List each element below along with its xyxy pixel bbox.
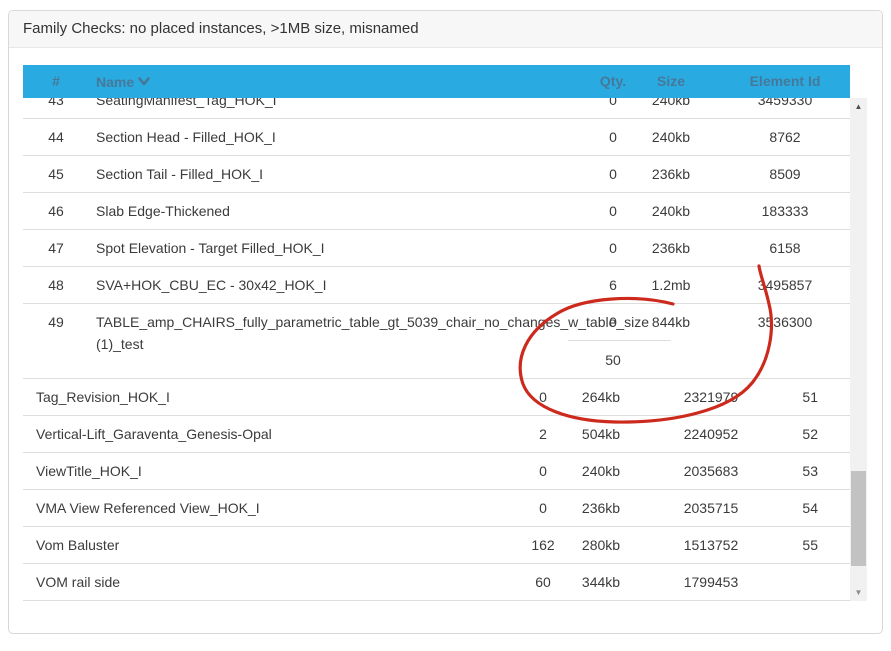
row-number-cell: 46 [36, 193, 76, 229]
row-number-cell: 49 [36, 312, 76, 332]
family-name-cell: Section Tail - Filled_HOK_I [96, 156, 263, 192]
glitch-row-number-50: 50 [578, 350, 648, 370]
family-name-cell: Slab Edge-Thickened [96, 193, 230, 229]
family-name-cell: SVA+HOK_CBU_EC - 30x42_HOK_I [96, 267, 326, 303]
column-header-name[interactable]: Name [96, 65, 150, 98]
table-row: 47Spot Elevation - Target Filled_HOK_I02… [23, 230, 850, 267]
sort-chevron-down-icon [138, 65, 150, 98]
family-name-cell-line1: TABLE_amp_CHAIRS_fully_parametric_table_… [96, 312, 649, 332]
row-number-cell: 51 [778, 379, 818, 415]
table-row: 43SeatingManifest_Tag_HOK_I0240kb3459330 [23, 98, 850, 119]
element-id-cell: 8762 [705, 119, 850, 155]
element-id-cell: 8509 [705, 156, 850, 192]
row-number-cell: 54 [778, 490, 818, 526]
family-name-cell: VMA View Referenced View_HOK_I [36, 490, 260, 526]
element-id-cell: 183333 [705, 193, 850, 229]
rows-shifted-group: Tag_Revision_HOK_I0264kb232197951Vertica… [23, 379, 850, 601]
family-checks-panel: Family Checks: no placed instances, >1MB… [8, 10, 883, 634]
table-row: 44Section Head - Filled_HOK_I0240kb8762 [23, 119, 850, 156]
row-number-cell: 48 [36, 267, 76, 303]
table-row-shifted: VMA View Referenced View_HOK_I0236kb2035… [23, 490, 850, 527]
triangle-down-icon: ▼ [855, 588, 863, 597]
table-row-shifted: VOM rail side60344kb1799453 [23, 564, 850, 601]
table-row-wrapped-glitch: 49 TABLE_amp_CHAIRS_fully_parametric_tab… [23, 304, 850, 379]
row-number-cell: 45 [36, 156, 76, 192]
scrollbar-down-button[interactable]: ▼ [850, 584, 867, 601]
family-name-cell: Vertical-Lift_Garaventa_Genesis-Opal [36, 416, 272, 452]
size-cell: 236kb [631, 156, 711, 192]
family-name-cell: Tag_Revision_HOK_I [36, 379, 170, 415]
family-name-cell: ViewTitle_HOK_I [36, 453, 142, 489]
column-header-size[interactable]: Size [631, 65, 711, 98]
family-table: # Name Qty. Size Element Id 43 SeatingMan… [23, 65, 867, 602]
size-cell: 236kb [631, 230, 711, 266]
triangle-up-icon: ▲ [855, 102, 863, 111]
family-name-cell: Vom Baluster [36, 527, 119, 563]
size-cell: 264kb [561, 379, 641, 415]
panel-title-bar: Family Checks: no placed instances, >1MB… [9, 11, 882, 48]
family-name-cell: VOM rail side [36, 564, 120, 600]
table-row: 46Slab Edge-Thickened0240kb183333 [23, 193, 850, 230]
row-number-cell [778, 564, 818, 600]
row-number-cell: 52 [778, 416, 818, 452]
size-cell: 504kb [561, 416, 641, 452]
row-number-cell: 44 [36, 119, 76, 155]
panel-title: Family Checks: no placed instances, >1MB… [23, 20, 419, 37]
element-id-cell: 1799453 [651, 564, 771, 600]
element-id-cell: 3495857 [705, 267, 850, 303]
element-id-cell: 1513752 [651, 527, 771, 563]
column-header-number[interactable]: # [36, 65, 76, 98]
table-row-shifted: Tag_Revision_HOK_I0264kb232197951 [23, 379, 850, 416]
scrollbar-up-button[interactable]: ▲ [850, 98, 867, 115]
table-row-shifted: Vertical-Lift_Garaventa_Genesis-Opal2504… [23, 416, 850, 453]
row-number-cell: 55 [778, 527, 818, 563]
table-row: 45Section Tail - Filled_HOK_I0236kb8509 [23, 156, 850, 193]
row-number-cell: 47 [36, 230, 76, 266]
column-header-name-label: Name [96, 74, 134, 90]
element-id-cell: 2035715 [651, 490, 771, 526]
table-row: 48SVA+HOK_CBU_EC - 30x42_HOK_I61.2mb3495… [23, 267, 850, 304]
family-name-cell: Spot Elevation - Target Filled_HOK_I [96, 230, 325, 266]
element-id-cell: 2035683 [651, 453, 771, 489]
size-cell: 1.2mb [631, 267, 711, 303]
size-cell: 344kb [561, 564, 641, 600]
vertical-scrollbar[interactable]: ▲ ▼ [850, 98, 867, 601]
family-name-cell: SeatingManifest_Tag_HOK_I [96, 98, 277, 118]
table-header-row: # Name Qty. Size Element Id [23, 65, 850, 98]
row-number-cell: 53 [778, 453, 818, 489]
scrollbar-thumb[interactable] [851, 471, 866, 566]
element-id-cell: 6158 [705, 230, 850, 266]
table-row-shifted: Vom Baluster162280kb151375255 [23, 527, 850, 564]
family-name-cell: Section Head - Filled_HOK_I [96, 119, 276, 155]
table-viewport: 43SeatingManifest_Tag_HOK_I0240kb3459330… [23, 98, 850, 601]
size-cell: 236kb [561, 490, 641, 526]
row-number-cell: 43 [36, 98, 76, 118]
size-cell: 240kb [561, 453, 641, 489]
element-id-cell: 2321979 [651, 379, 771, 415]
element-id-cell: 3536300 [705, 312, 850, 332]
size-cell: 240kb [631, 193, 711, 229]
family-name-cell-line2: (1)_test [96, 334, 143, 354]
size-cell-overlapping: 844kb [631, 312, 711, 332]
element-id-cell: 3459330 [705, 98, 850, 118]
size-cell: 240kb [631, 98, 711, 118]
column-header-element-id[interactable]: Element Id [705, 65, 865, 98]
table-row-shifted: ViewTitle_HOK_I0240kb203568353 [23, 453, 850, 490]
glitch-border-fragment [568, 340, 671, 341]
size-cell: 280kb [561, 527, 641, 563]
element-id-cell: 2240952 [651, 416, 771, 452]
rows-upper-group: 43SeatingManifest_Tag_HOK_I0240kb3459330… [23, 98, 850, 304]
size-cell: 240kb [631, 119, 711, 155]
